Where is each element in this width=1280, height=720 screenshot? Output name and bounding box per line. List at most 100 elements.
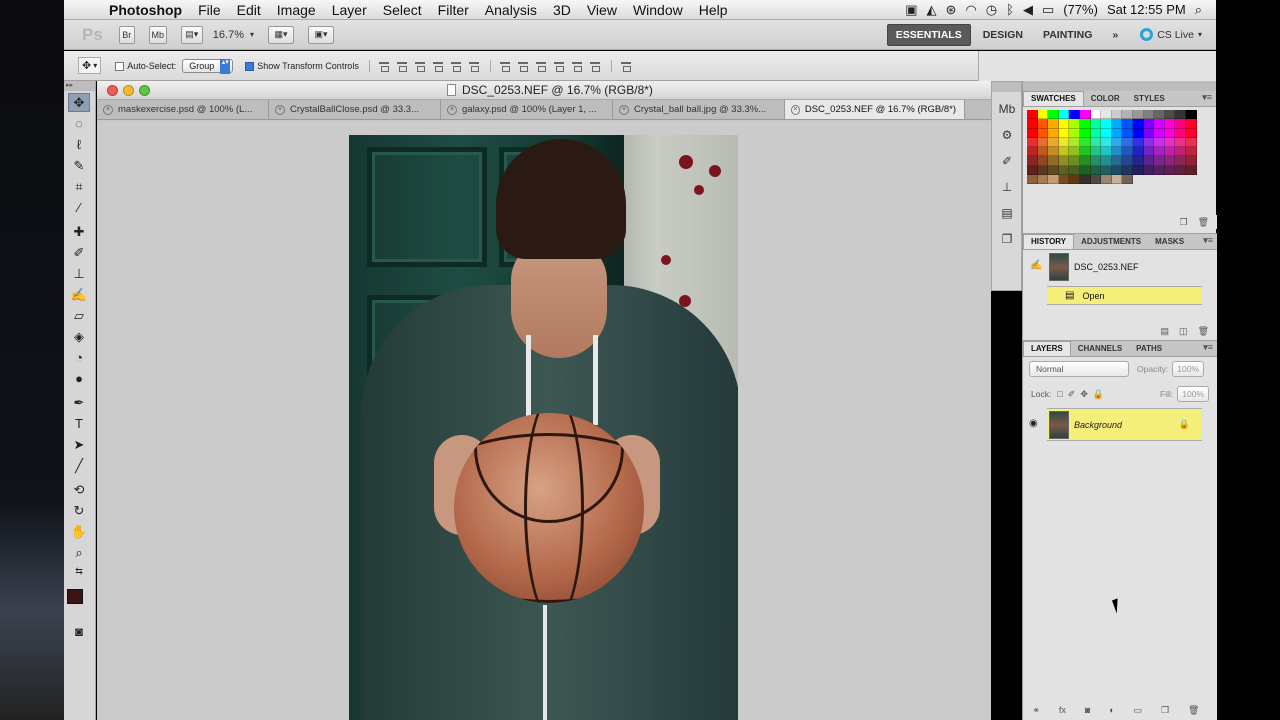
layer-row-background[interactable]: Background 🔒: [1047, 408, 1202, 441]
time-machine-icon[interactable]: ◷: [986, 2, 997, 18]
swatch[interactable]: [1048, 147, 1059, 157]
swatch[interactable]: [1079, 165, 1091, 176]
foreground-color-swatch[interactable]: [67, 589, 83, 604]
swatch[interactable]: [1122, 119, 1133, 129]
tab-adjustments[interactable]: ADJUSTMENTS: [1074, 235, 1148, 249]
swatch[interactable]: [1027, 147, 1038, 157]
align-hcenter-icon[interactable]: [450, 60, 463, 72]
swatch[interactable]: [1079, 147, 1091, 157]
swatch[interactable]: [1111, 165, 1123, 176]
line-tool-icon[interactable]: ╱: [68, 456, 90, 475]
3d-orbit-tool-icon[interactable]: ↻: [68, 501, 90, 520]
clone-source-panel-icon[interactable]: ⊥: [998, 179, 1016, 195]
tab-history[interactable]: HISTORY: [1023, 234, 1075, 249]
swatch[interactable]: [1143, 137, 1155, 148]
swatch[interactable]: [1058, 128, 1070, 138]
workspace-overflow-icon[interactable]: »: [1104, 25, 1126, 45]
swatch[interactable]: [1079, 128, 1091, 138]
swatch[interactable]: [1079, 175, 1091, 185]
eraser-tool-icon[interactable]: ▱: [68, 306, 90, 325]
swatch[interactable]: [1079, 110, 1091, 120]
tools-panel-grip-icon[interactable]: ▸▸: [64, 81, 95, 91]
canvas-area[interactable]: [97, 121, 991, 720]
swatch[interactable]: [1048, 165, 1059, 176]
history-step-open[interactable]: ▤ Open: [1047, 286, 1202, 305]
swatch[interactable]: [1132, 128, 1144, 138]
swatch[interactable]: [1185, 137, 1197, 148]
swatch[interactable]: [1037, 119, 1049, 129]
distribute-left-icon[interactable]: [553, 60, 566, 72]
menu-edit[interactable]: Edit: [229, 2, 269, 18]
menu-help[interactable]: Help: [691, 2, 736, 18]
swatch[interactable]: [1154, 147, 1165, 157]
swatch[interactable]: [1079, 156, 1091, 166]
fill-field[interactable]: 100%: [1177, 386, 1209, 402]
new-layer-icon[interactable]: ❐: [1161, 705, 1169, 716]
tab-swatches[interactable]: SWATCHES: [1023, 91, 1084, 106]
new-document-from-state-icon[interactable]: ▤: [1161, 326, 1170, 337]
history-brush-tool-icon[interactable]: ✍: [68, 285, 90, 304]
swatch[interactable]: [1185, 128, 1197, 138]
bridge-icon[interactable]: Br: [118, 25, 135, 44]
distribute-hcenter-icon[interactable]: [571, 60, 584, 72]
path-selection-tool-icon[interactable]: ➤: [68, 435, 90, 454]
marquee-tool-icon[interactable]: ◌: [68, 114, 90, 133]
swatch[interactable]: [1164, 165, 1176, 176]
tab-color[interactable]: COLOR: [1084, 92, 1127, 106]
swatch[interactable]: [1048, 119, 1059, 129]
swatch[interactable]: [1175, 119, 1186, 129]
menu-layer[interactable]: Layer: [324, 2, 375, 18]
menu-view[interactable]: View: [579, 2, 625, 18]
swatch[interactable]: [1079, 137, 1091, 148]
swatch[interactable]: [1122, 128, 1133, 138]
menu-app-name[interactable]: Photoshop: [100, 2, 190, 18]
swatches-grid[interactable]: [1027, 110, 1197, 185]
swatch[interactable]: [1111, 175, 1123, 185]
cs-live-button[interactable]: CS Live ▾: [1140, 28, 1202, 41]
panel-menu-icon[interactable]: ▾≡: [1203, 235, 1217, 249]
workspace-essentials[interactable]: ESSENTIALS: [886, 23, 971, 46]
workspace-painting[interactable]: PAINTING: [1035, 25, 1100, 45]
swatch[interactable]: [1037, 165, 1049, 176]
menu-select[interactable]: Select: [375, 2, 430, 18]
swatch[interactable]: [1027, 175, 1038, 185]
close-tab-icon[interactable]: ×: [275, 104, 285, 115]
zoom-window-icon[interactable]: [139, 84, 150, 96]
swatch[interactable]: [1090, 128, 1102, 138]
swatch[interactable]: [1069, 110, 1080, 120]
swatch[interactable]: [1164, 110, 1176, 120]
swatch[interactable]: [1122, 165, 1133, 176]
new-group-icon[interactable]: ▭: [1134, 705, 1143, 716]
swatch[interactable]: [1090, 137, 1102, 148]
close-window-icon[interactable]: [107, 84, 118, 96]
swatch[interactable]: [1090, 156, 1102, 166]
swatch[interactable]: [1069, 128, 1080, 138]
swatch[interactable]: [1101, 147, 1112, 157]
screen-mode-icon[interactable]: ▣▾: [308, 25, 335, 44]
swatch[interactable]: [1164, 128, 1176, 138]
swatch[interactable]: [1069, 165, 1080, 176]
panel-menu-icon[interactable]: ▾≡: [1203, 342, 1217, 356]
align-right-icon[interactable]: [468, 60, 481, 72]
swatch[interactable]: [1132, 156, 1144, 166]
swatch[interactable]: [1175, 137, 1186, 148]
notes-panel-icon[interactable]: ▤: [998, 205, 1016, 221]
swatch[interactable]: [1101, 175, 1112, 185]
lock-position-icon[interactable]: ✥: [1080, 389, 1088, 400]
swatch[interactable]: [1048, 156, 1059, 166]
swatch[interactable]: [1122, 147, 1133, 157]
swatch[interactable]: [1143, 147, 1155, 157]
swatch[interactable]: [1048, 110, 1059, 120]
type-tool-icon[interactable]: T: [68, 414, 90, 433]
battery-percent[interactable]: (77%): [1063, 2, 1098, 17]
tab-styles[interactable]: STYLES: [1127, 92, 1172, 106]
dodge-tool-icon[interactable]: ●: [68, 369, 90, 388]
opacity-field[interactable]: 100%: [1172, 361, 1204, 377]
swatch[interactable]: [1048, 128, 1059, 138]
menu-file[interactable]: File: [190, 2, 229, 18]
auto-select-checkbox[interactable]: [115, 60, 127, 71]
swatch[interactable]: [1111, 147, 1123, 157]
align-top-icon[interactable]: [378, 60, 391, 72]
swatch[interactable]: [1027, 165, 1038, 176]
swatch[interactable]: [1037, 137, 1049, 148]
